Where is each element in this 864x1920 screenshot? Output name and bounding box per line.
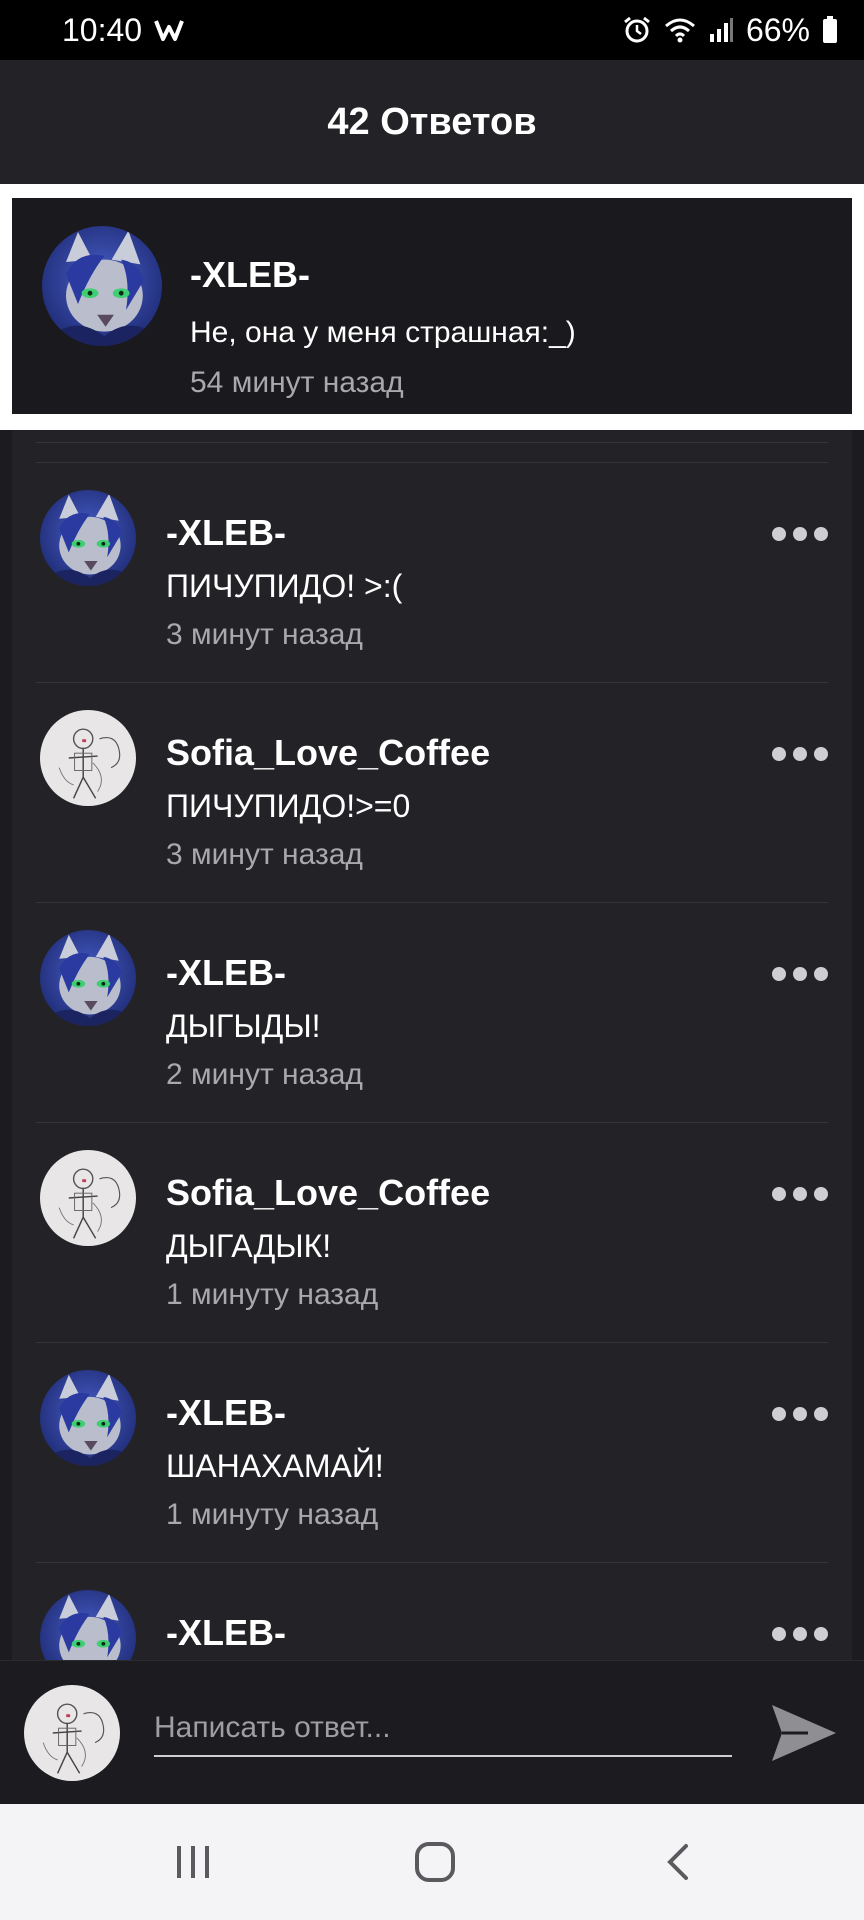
reply-text: ПИЧУПИДО!>=0 bbox=[166, 788, 411, 824]
alarm-icon bbox=[622, 15, 652, 45]
reply-text: ДЫГЫДЫ! bbox=[166, 1008, 321, 1044]
avatar[interactable] bbox=[40, 1150, 136, 1246]
send-button[interactable] bbox=[768, 1699, 840, 1767]
list-item[interactable]: -XLEB- ШАНАХАМАЙ! 1 минуту назад bbox=[12, 1342, 852, 1562]
reply-timestamp: 3 минут назад bbox=[166, 838, 363, 871]
wifi-icon bbox=[664, 16, 696, 44]
reply-timestamp: 1 минуту назад bbox=[166, 1278, 379, 1311]
reply-list[interactable]: -XLEB- ПИЧУПИДО! >:( 3 минут назад Sofia… bbox=[12, 430, 852, 1660]
avatar[interactable] bbox=[40, 1590, 136, 1660]
reply-text: ШАНАХАМАЙ! bbox=[166, 1448, 384, 1484]
back-icon[interactable] bbox=[642, 1834, 712, 1890]
reply-text: ПИЧУПИДО! >:( bbox=[166, 568, 403, 604]
divider bbox=[36, 1562, 828, 1563]
send-icon bbox=[772, 1705, 836, 1761]
list-item[interactable]: -XLEB- bbox=[12, 1562, 852, 1660]
reply-author[interactable]: Sofia_Love_Coffee bbox=[166, 1172, 490, 1214]
divider bbox=[36, 902, 828, 903]
comment-timestamp: 54 минут назад bbox=[190, 366, 404, 399]
divider bbox=[36, 442, 828, 443]
battery-icon bbox=[822, 16, 838, 44]
reply-author[interactable]: Sofia_Love_Coffee bbox=[166, 732, 490, 774]
more-options-icon[interactable] bbox=[772, 962, 828, 986]
reply-timestamp: 3 минут назад bbox=[166, 618, 363, 651]
comment-text: Не, она у меня страшная:_) bbox=[190, 316, 576, 349]
more-options-icon[interactable] bbox=[772, 1182, 828, 1206]
w-app-icon bbox=[154, 17, 184, 43]
status-time: 10:40 bbox=[62, 11, 143, 48]
reply-item-hidden bbox=[12, 430, 852, 450]
more-options-icon[interactable] bbox=[772, 522, 828, 546]
reply-author[interactable]: -XLEB- bbox=[166, 512, 286, 554]
divider bbox=[36, 682, 828, 683]
reply-author[interactable]: -XLEB- bbox=[166, 952, 286, 994]
avatar bbox=[24, 1685, 120, 1781]
list-item[interactable]: Sofia_Love_Coffee ПИЧУПИДО!>=0 3 минут н… bbox=[12, 682, 852, 902]
reply-composer bbox=[0, 1660, 864, 1805]
page-title: 42 Ответов bbox=[327, 100, 537, 143]
avatar[interactable] bbox=[40, 490, 136, 586]
avatar[interactable] bbox=[42, 226, 162, 346]
home-icon[interactable] bbox=[400, 1834, 470, 1890]
more-options-icon[interactable] bbox=[772, 742, 828, 766]
reply-text: ДЫГАДЫК! bbox=[166, 1228, 332, 1264]
replies-header: 42 Ответов bbox=[0, 60, 864, 184]
divider bbox=[36, 1122, 828, 1123]
avatar[interactable] bbox=[40, 930, 136, 1026]
reply-author[interactable]: -XLEB- bbox=[166, 1612, 286, 1654]
status-right: 66% bbox=[622, 12, 838, 49]
parent-comment[interactable]: -XLEB- Не, она у меня страшная:_) 54 мин… bbox=[12, 198, 852, 414]
avatar[interactable] bbox=[40, 1370, 136, 1466]
reply-author[interactable]: -XLEB- bbox=[166, 1392, 286, 1434]
reply-timestamp: 1 минуту назад bbox=[166, 1498, 379, 1531]
reply-input[interactable] bbox=[154, 1701, 732, 1757]
list-item[interactable]: -XLEB- ПИЧУПИДО! >:( 3 минут назад bbox=[12, 462, 852, 682]
comment-author[interactable]: -XLEB- bbox=[190, 254, 310, 296]
reply-timestamp: 2 минут назад bbox=[166, 1058, 363, 1091]
recent-apps-icon[interactable] bbox=[158, 1834, 228, 1890]
system-navbar bbox=[0, 1804, 864, 1920]
list-item[interactable]: -XLEB- ДЫГЫДЫ! 2 минут назад bbox=[12, 902, 852, 1122]
list-item[interactable]: Sofia_Love_Coffee ДЫГАДЫК! 1 минуту наза… bbox=[12, 1122, 852, 1342]
avatar[interactable] bbox=[40, 710, 136, 806]
divider bbox=[36, 462, 828, 463]
more-options-icon[interactable] bbox=[772, 1402, 828, 1426]
status-bar: 10:40 66% bbox=[0, 0, 864, 60]
divider bbox=[36, 1342, 828, 1343]
battery-percent: 66% bbox=[745, 11, 810, 48]
more-options-icon[interactable] bbox=[772, 1622, 828, 1646]
signal-icon bbox=[708, 16, 734, 44]
status-left: 10:40 bbox=[62, 12, 184, 49]
parent-comment-highlight: -XLEB- Не, она у меня страшная:_) 54 мин… bbox=[0, 184, 864, 430]
